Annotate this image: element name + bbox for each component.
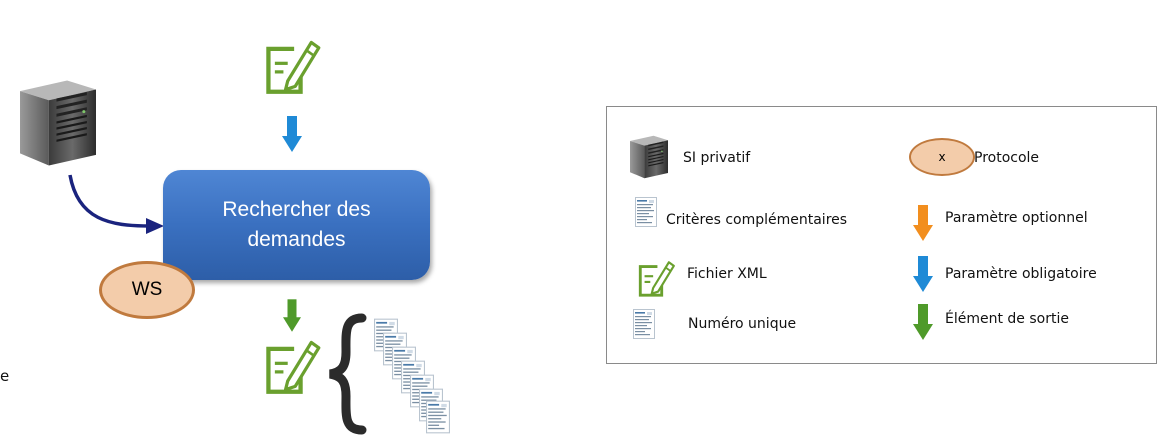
optional-arrow-icon	[913, 205, 933, 241]
output-arrow-icon	[913, 304, 933, 340]
protocol-legend-symbol: x	[909, 138, 975, 176]
legend-label-param-obligatoire: Paramètre obligatoire	[945, 266, 1097, 282]
xml-file-icon	[637, 261, 675, 298]
server-icon	[630, 135, 668, 179]
legend-label-fichier-xml: Fichier XML	[687, 266, 767, 282]
legend-label-si-privatif: SI privatif	[683, 150, 751, 166]
document-icon	[633, 308, 655, 340]
legend-label-element-sortie: Élément de sortie	[945, 311, 1069, 327]
protocol-legend-symbol-label: x	[938, 150, 946, 164]
legend-label-numero-unique: Numéro unique	[688, 316, 797, 332]
mandatory-arrow-icon	[913, 256, 933, 292]
legend-label-criteres: Critères complémentaires	[666, 212, 848, 228]
legend-label-protocole: Protocole	[974, 150, 1040, 166]
legend-label-param-optionnel: Paramètre optionnel	[945, 210, 1088, 226]
document-icon	[635, 196, 657, 228]
